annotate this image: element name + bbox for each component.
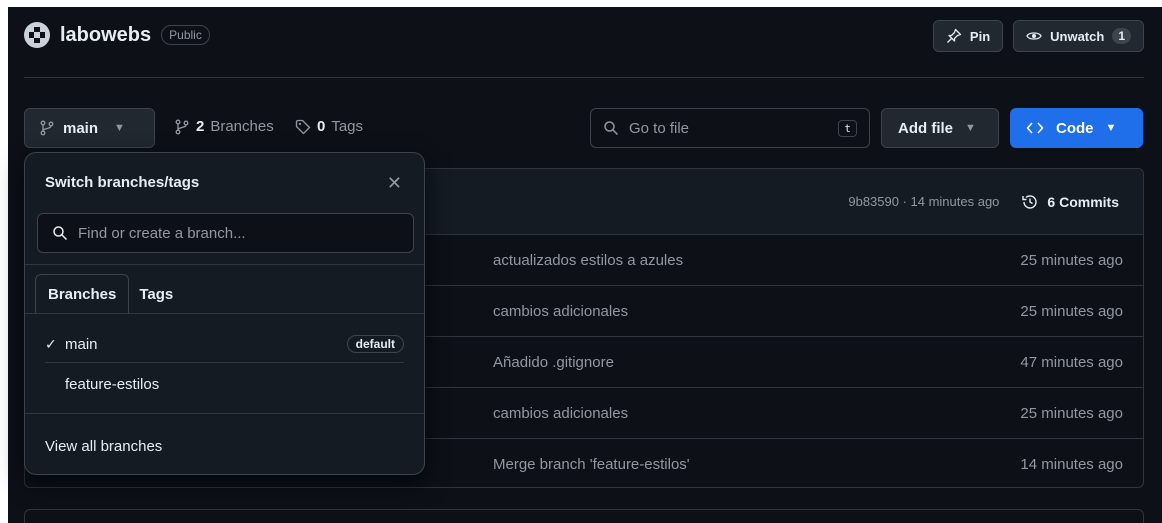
branches-link[interactable]: 2 Branches	[174, 118, 274, 135]
dropdown-title: Switch branches/tags	[45, 174, 200, 191]
search-icon	[604, 121, 619, 136]
branch-item-feature-estilos[interactable]: feature-estilos	[25, 361, 424, 407]
commit-message[interactable]: Añadido .gitignore	[493, 354, 614, 371]
view-all-branches-link[interactable]: View all branches	[45, 438, 162, 455]
visibility-badge: Public	[161, 25, 210, 45]
chevron-down-icon: ▼	[114, 122, 125, 134]
pin-icon	[946, 28, 962, 43]
git-branch-icon	[175, 119, 189, 134]
commit-time: 25 minutes ago	[1020, 302, 1123, 320]
commit-message[interactable]: Merge branch 'feature-estilos'	[493, 456, 690, 473]
branch-name: main	[65, 335, 98, 353]
current-branch: main	[63, 119, 99, 137]
chevron-down-icon: ▼	[965, 122, 976, 134]
identicon-icon	[29, 27, 45, 43]
repo-actions: Pin Unwatch 1	[932, 20, 1144, 52]
tags-label: Tags	[331, 118, 364, 135]
repo-header: labowebs Public	[24, 22, 210, 48]
chevron-down-icon: ▼	[1105, 122, 1117, 134]
eye-icon	[1026, 32, 1042, 40]
repo-name[interactable]: labowebs	[60, 24, 151, 47]
code-icon	[1026, 122, 1044, 134]
watch-count: 1	[1112, 28, 1131, 44]
pin-label: Pin	[969, 28, 991, 44]
branch-switcher-dropdown: Switch branches/tags ✕ Find or create a …	[24, 152, 425, 475]
git-branch-icon	[40, 120, 54, 136]
dropdown-divider	[25, 264, 424, 265]
close-icon[interactable]: ✕	[387, 173, 402, 194]
go-to-file-placeholder: Go to file	[629, 119, 690, 137]
code-button[interactable]: Code ▼	[1010, 108, 1143, 148]
tab-branches[interactable]: Branches	[35, 274, 130, 314]
tabs-divider	[25, 313, 424, 314]
branches-count: 2	[196, 118, 205, 135]
tab-tags[interactable]: Tags	[129, 274, 183, 314]
go-to-file-input[interactable]: Go to file t	[590, 108, 870, 148]
branch-select-button[interactable]: main ▼	[24, 108, 155, 148]
commit-time: 25 minutes ago	[1020, 251, 1123, 269]
footer-divider	[25, 413, 424, 414]
tag-icon	[295, 119, 311, 134]
branch-search-input[interactable]: Find or create a branch...	[37, 213, 414, 253]
add-file-label: Add file	[898, 119, 953, 137]
commit-message[interactable]: cambios adicionales	[493, 303, 628, 320]
commit-time: 25 minutes ago	[1020, 404, 1123, 422]
unwatch-label: Unwatch	[1050, 28, 1105, 44]
pin-button[interactable]: Pin	[932, 20, 1004, 52]
readme-box	[24, 509, 1144, 523]
branches-label: Branches	[210, 118, 274, 135]
history-icon	[1022, 194, 1038, 209]
branch-name: feature-estilos	[65, 375, 160, 393]
file-navigation: main ▼ 2 Branches 0 Tags Go to file t Ad…	[24, 108, 1144, 148]
shortcut-key: t	[838, 119, 857, 137]
unwatch-button[interactable]: Unwatch 1	[1013, 20, 1144, 52]
check-icon: ✓	[45, 335, 57, 352]
branch-search-placeholder: Find or create a branch...	[78, 224, 246, 242]
code-label: Code	[1056, 119, 1094, 137]
commits-count-label: 6 Commits	[1047, 193, 1119, 210]
commit-message[interactable]: actualizados estilos a azules	[493, 252, 683, 269]
commit-message[interactable]: cambios adicionales	[493, 405, 628, 422]
window-frame-top	[0, 0, 1162, 7]
repo-avatar[interactable]	[24, 22, 50, 48]
header-divider	[24, 77, 1144, 78]
commits-link[interactable]: 6 Commits	[1021, 193, 1119, 211]
window-frame-left	[0, 0, 8, 523]
commit-time: 47 minutes ago	[1020, 353, 1123, 371]
add-file-button[interactable]: Add file ▼	[881, 108, 999, 148]
search-icon	[53, 226, 68, 241]
latest-commit-hash[interactable]: 9b83590 · 14 minutes ago	[848, 194, 999, 209]
commit-time: 14 minutes ago	[1020, 456, 1123, 473]
default-badge: default	[346, 335, 404, 353]
tags-count: 0	[317, 118, 326, 135]
tags-link[interactable]: 0 Tags	[295, 118, 363, 135]
dropdown-tabs: Branches Tags	[35, 274, 183, 314]
